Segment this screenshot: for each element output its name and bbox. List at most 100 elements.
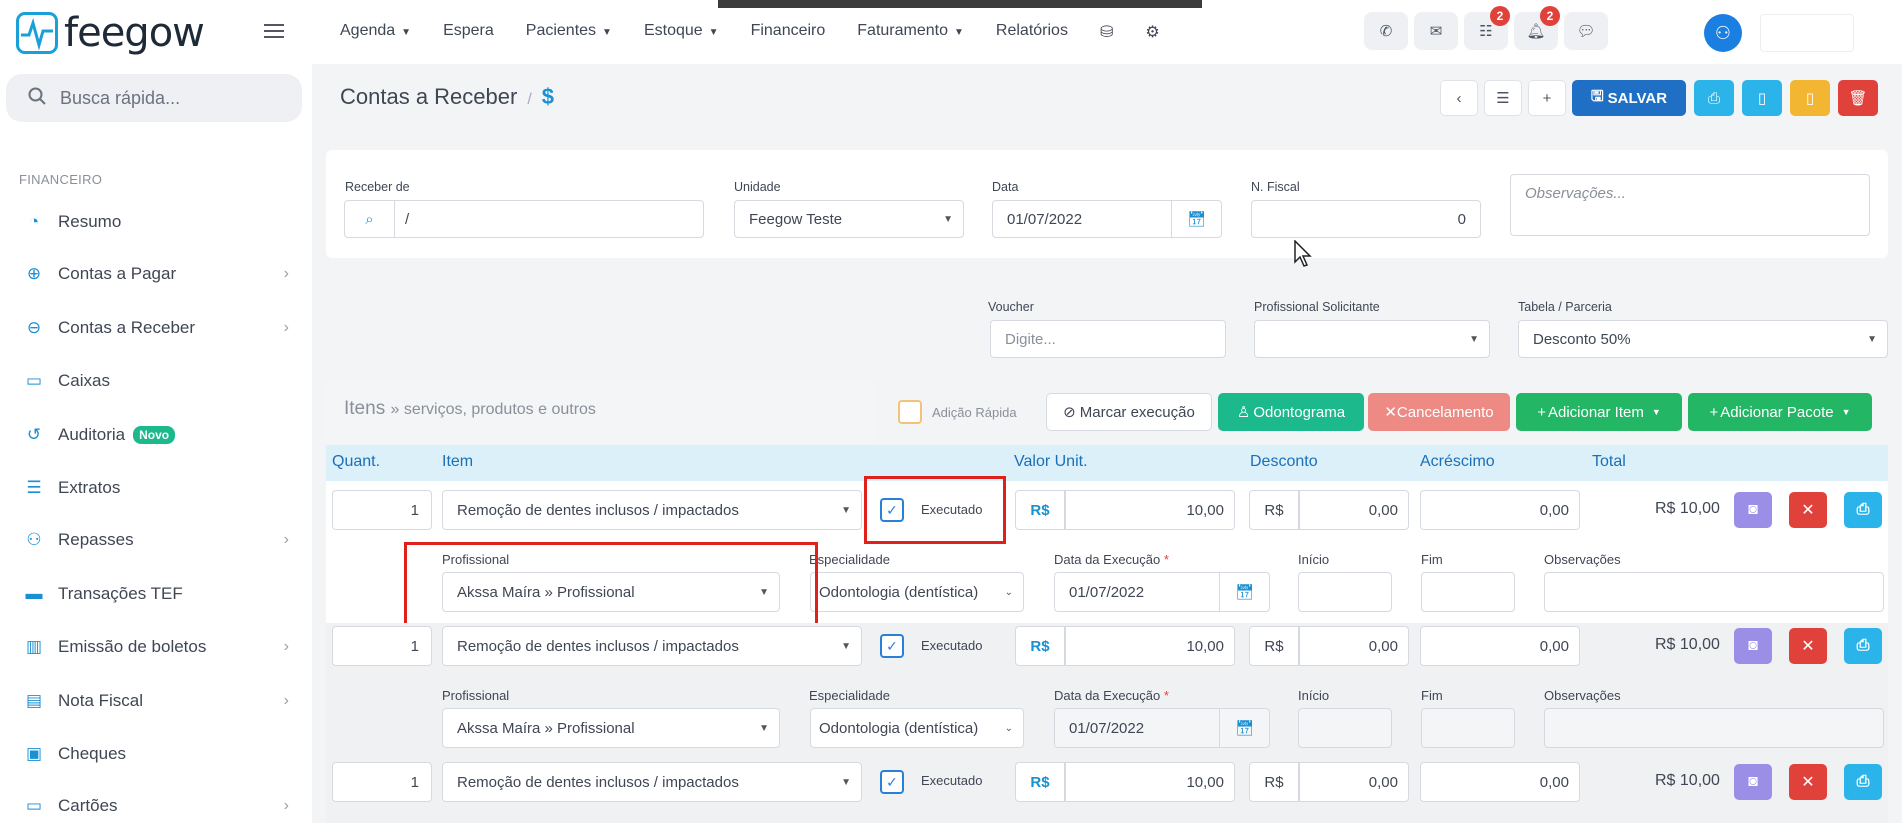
nfiscal-input[interactable]: 0	[1251, 200, 1481, 238]
sidebar-item-boletos[interactable]: ▥ Emissão de boletos ›	[24, 629, 289, 665]
camera-button[interactable]: ◙	[1734, 628, 1772, 664]
gear-icon[interactable]: ⚙	[1145, 22, 1159, 42]
calendar-icon[interactable]: 📅︎	[1219, 573, 1269, 611]
inicio-input[interactable]	[1298, 708, 1392, 748]
valor-input[interactable]: 10,00	[1065, 762, 1235, 802]
sidebar-item-resumo[interactable]: ◔ Resumo	[24, 204, 289, 240]
unidade-label: Unidade	[734, 180, 781, 194]
fim-input[interactable]	[1421, 708, 1515, 748]
sidebar-item-caixas[interactable]: ▭ Caixas	[24, 363, 289, 399]
delete-button[interactable]: 🗑︎	[1838, 80, 1878, 116]
acrescimo-input[interactable]: 0,00	[1420, 762, 1580, 802]
save-button[interactable]: 🖫︎ SALVAR	[1572, 80, 1686, 116]
obs-input[interactable]	[1544, 708, 1884, 748]
acrescimo-input[interactable]: 0,00	[1420, 626, 1580, 666]
print-button[interactable]: ⎙	[1694, 80, 1734, 116]
profissional-solicitante-select[interactable]: ▼	[1254, 320, 1490, 358]
especialidade-select[interactable]: Odontologia (dentística) ⌄	[810, 572, 1024, 612]
sidebar-item-extratos[interactable]: ☰ Extratos	[24, 470, 289, 506]
desconto-input[interactable]: 0,00	[1299, 762, 1409, 802]
topnav-financeiro[interactable]: Financeiro	[751, 22, 826, 42]
print-row-button[interactable]: ⎙	[1844, 628, 1882, 664]
profissional-select[interactable]: Akssa Maíra » Profissional ▼	[442, 708, 780, 748]
tasks-icon: ☷	[1479, 23, 1493, 40]
data-exec-input[interactable]: 01/07/2022 📅︎	[1054, 708, 1270, 748]
fim-label: Fim	[1421, 552, 1443, 567]
sidebar-item-nota-fiscal[interactable]: ▤ Nota Fiscal ›	[24, 683, 289, 719]
sidebar-item-cartoes[interactable]: ▭ Cartões ›	[24, 788, 289, 823]
desconto-input[interactable]: 0,00	[1299, 490, 1409, 530]
add-pacote-button[interactable]: + Adicionar Pacote ▼	[1688, 393, 1872, 431]
inbox-button[interactable]: ✉	[1414, 12, 1458, 50]
remove-row-button[interactable]: ✕	[1789, 492, 1827, 528]
acrescimo-input[interactable]: 0,00	[1420, 490, 1580, 530]
receber-de-input[interactable]: ⌕ /	[344, 200, 704, 238]
data-input[interactable]: 01/07/2022 📅︎	[992, 200, 1222, 238]
print-row-button[interactable]: ⎙	[1844, 764, 1882, 800]
remove-row-button[interactable]: ✕	[1789, 764, 1827, 800]
notifications-button[interactable]: 🔔︎ 2	[1514, 6, 1560, 50]
sidebar-item-contas-pagar[interactable]: ⊕ Contas a Pagar ›	[24, 256, 289, 292]
topnav-espera[interactable]: Espera	[443, 22, 494, 42]
menu-toggle-icon[interactable]	[264, 20, 284, 42]
executado-checkbox[interactable]: ✓	[880, 634, 904, 658]
topnav-agenda[interactable]: Agenda ▼	[340, 22, 411, 42]
item-select[interactable]: Remoção de dentes inclusos / impactados ▼	[442, 762, 862, 802]
item-select[interactable]: Remoção de dentes inclusos / impactados ▼	[442, 626, 862, 666]
tasks-button[interactable]: ☷ 2	[1464, 6, 1510, 50]
valor-input[interactable]: 10,00	[1065, 490, 1235, 530]
observacoes-textarea[interactable]: Observações...	[1510, 174, 1870, 236]
topnav-pacientes[interactable]: Pacientes ▼	[526, 22, 612, 42]
receipt-button[interactable]: ▯	[1790, 80, 1830, 116]
topnav-faturamento[interactable]: Faturamento ▼	[857, 22, 964, 42]
inicio-input[interactable]	[1298, 572, 1392, 612]
sidebar-item-contas-receber[interactable]: ⊖ Contas a Receber ›	[24, 310, 289, 346]
marcar-execucao-button[interactable]: ⊘ Marcar execução	[1046, 393, 1212, 431]
user-name-box[interactable]	[1760, 14, 1854, 52]
especialidade-select[interactable]: Odontologia (dentística) ⌄	[810, 708, 1024, 748]
sidebar-item-repasses[interactable]: ⚇ Repasses ›	[24, 522, 289, 558]
document-button[interactable]: ▯	[1742, 80, 1782, 116]
sidebar-item-auditoria[interactable]: ↺ Auditoria Novo	[24, 417, 289, 453]
quick-add-checkbox[interactable]	[898, 400, 922, 424]
quick-search[interactable]: Busca rápida...	[6, 74, 302, 122]
quant-input[interactable]: 1	[332, 626, 432, 666]
back-button[interactable]: ‹	[1440, 80, 1478, 116]
camera-button[interactable]: ◙	[1734, 492, 1772, 528]
calendar-icon[interactable]: 📅︎	[1171, 201, 1221, 237]
topnav-relatorios[interactable]: Relatórios	[996, 22, 1068, 42]
valor-input[interactable]: 10,00	[1065, 626, 1235, 666]
desconto-input[interactable]: 0,00	[1299, 626, 1409, 666]
remove-row-button[interactable]: ✕	[1789, 628, 1827, 664]
quant-input[interactable]: 1	[332, 762, 432, 802]
voucher-input[interactable]: Digite...	[990, 320, 1226, 358]
calendar-icon[interactable]: 📅︎	[1219, 709, 1269, 747]
print-row-button[interactable]: ⎙	[1844, 492, 1882, 528]
obs-input[interactable]	[1544, 572, 1884, 612]
list-button[interactable]: ☰	[1484, 80, 1522, 116]
chat-button[interactable]: 💬︎	[1564, 12, 1608, 50]
row-total: R$ 10,00	[1655, 772, 1720, 789]
cancelamento-button[interactable]: ✕ Cancelamento	[1368, 393, 1510, 431]
unidade-select[interactable]: Feegow Teste ▼	[734, 200, 964, 238]
chevron-right-icon: ›	[283, 265, 289, 282]
add-item-button[interactable]: + Adicionar Item ▼	[1516, 393, 1682, 431]
sidebar-item-tef[interactable]: ▬ Transações TEF	[24, 576, 289, 612]
camera-button[interactable]: ◙	[1734, 764, 1772, 800]
fim-input[interactable]	[1421, 572, 1515, 612]
data-exec-input[interactable]: 01/07/2022 📅︎	[1054, 572, 1270, 612]
new-button[interactable]: +	[1528, 80, 1566, 116]
tabela-select[interactable]: Desconto 50% ▼	[1518, 320, 1888, 358]
user-avatar[interactable]: ⚇	[1704, 14, 1742, 52]
obs-label: Observações	[1544, 688, 1621, 703]
quant-input[interactable]: 1	[332, 490, 432, 530]
database-icon[interactable]: ⛁	[1100, 22, 1113, 42]
item-select[interactable]: Remoção de dentes inclusos / impactados ▼	[442, 490, 862, 530]
users-icon: ⚇	[26, 530, 42, 549]
sidebar-item-cheques[interactable]: ▣ Cheques	[24, 736, 289, 772]
executado-checkbox[interactable]: ✓	[880, 770, 904, 794]
topnav-estoque[interactable]: Estoque ▼	[644, 22, 719, 42]
brand-logo[interactable]: feegow	[16, 10, 205, 56]
phone-button[interactable]: ✆	[1364, 12, 1408, 50]
odontograma-button[interactable]: ♙ Odontograma	[1218, 393, 1364, 431]
